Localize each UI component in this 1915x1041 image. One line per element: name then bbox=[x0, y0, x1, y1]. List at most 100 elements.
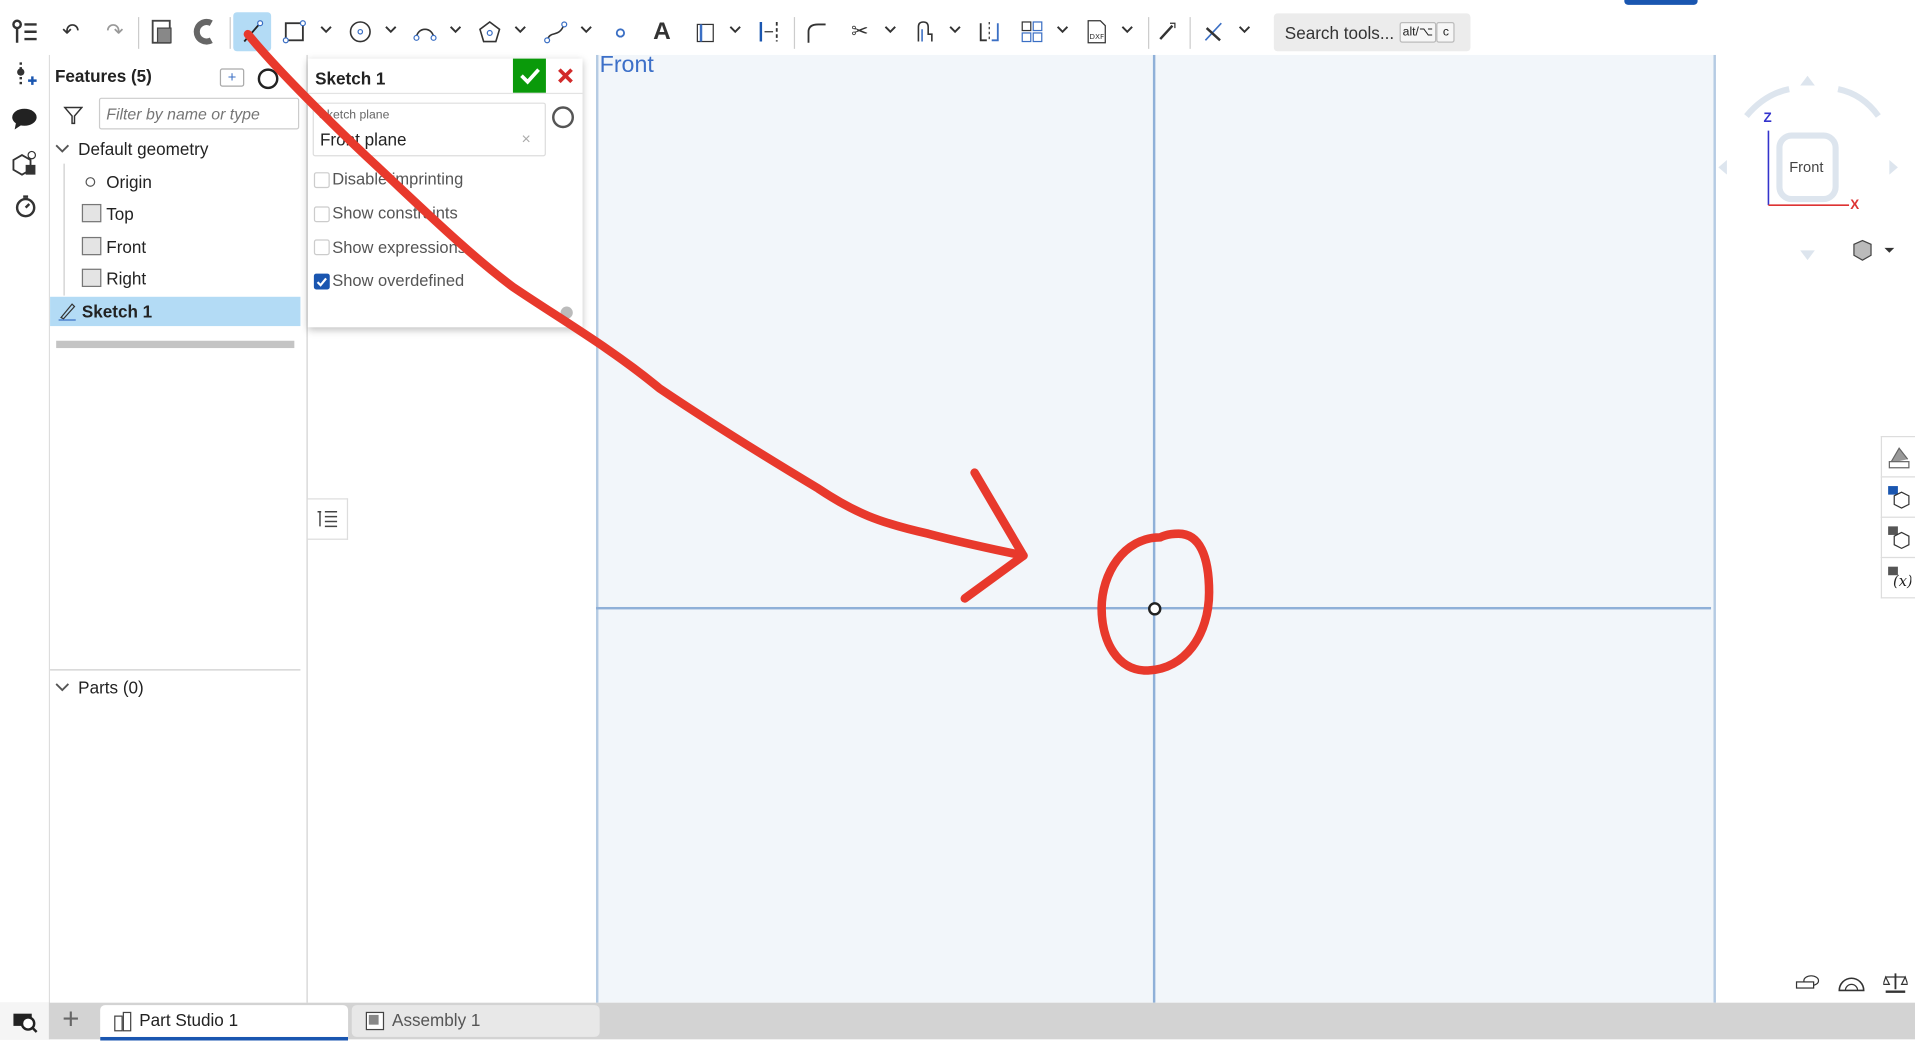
panel-divider[interactable] bbox=[50, 669, 301, 671]
polygon-tool-icon[interactable] bbox=[475, 17, 504, 46]
features-title: Features (5) bbox=[54, 65, 152, 86]
mirror-icon[interactable] bbox=[975, 17, 1004, 46]
chevron-down-icon[interactable] bbox=[55, 142, 70, 157]
tree-item-origin[interactable]: Origin bbox=[50, 167, 300, 196]
transform-icon[interactable] bbox=[1152, 17, 1181, 46]
tree-item-front[interactable]: Front bbox=[50, 232, 300, 261]
revolve-icon[interactable] bbox=[191, 17, 220, 46]
origin-point[interactable] bbox=[1148, 602, 1162, 616]
spline-tool-icon[interactable] bbox=[541, 17, 570, 46]
search-tools-box[interactable]: Search tools... alt/⌥ c bbox=[1273, 13, 1471, 52]
chevron-down-icon[interactable] bbox=[513, 22, 528, 37]
chevron-down-icon[interactable] bbox=[948, 22, 963, 37]
chevron-down-icon[interactable] bbox=[883, 22, 898, 37]
dxf-import-icon[interactable]: DXF bbox=[1082, 17, 1111, 46]
insert-mate-connector-icon[interactable] bbox=[10, 61, 39, 90]
filter-icon[interactable] bbox=[63, 105, 84, 125]
circle-tool-icon[interactable] bbox=[346, 17, 375, 46]
rotate-right-arrow-icon[interactable] bbox=[1837, 86, 1881, 118]
protractor-icon[interactable] bbox=[1838, 973, 1865, 993]
construction-icon[interactable] bbox=[690, 17, 719, 46]
arc-tool-icon[interactable] bbox=[410, 17, 439, 46]
chevron-down-icon[interactable] bbox=[448, 22, 463, 37]
tree-item-sketch-1[interactable]: Sketch 1 bbox=[50, 296, 301, 327]
configurations-panel-button[interactable] bbox=[1880, 476, 1915, 518]
chevron-down-icon[interactable] bbox=[579, 22, 594, 37]
top-toolbar: ↶ ↷ A ✂ DXF Search tools... alt/⌥ c bbox=[0, 0, 1915, 55]
tree-item-label: Front bbox=[106, 236, 147, 257]
feature-list-toggle-button[interactable] bbox=[307, 498, 349, 540]
clear-selection-icon[interactable]: × bbox=[521, 129, 530, 147]
redo-icon[interactable]: ↷ bbox=[100, 17, 129, 46]
view-down-arrow-icon[interactable] bbox=[1800, 250, 1815, 261]
search-parts-icon[interactable] bbox=[12, 1011, 39, 1033]
sketch-icon bbox=[58, 303, 76, 321]
confirm-button[interactable] bbox=[512, 58, 546, 93]
extrude-icon[interactable] bbox=[148, 17, 177, 46]
tree-item-label: Top bbox=[106, 203, 134, 224]
view-up-arrow-icon[interactable] bbox=[1800, 75, 1815, 86]
show-overdefined-checkbox[interactable] bbox=[313, 273, 330, 290]
chevron-down-icon[interactable] bbox=[1237, 22, 1252, 37]
chevron-down-icon[interactable] bbox=[55, 680, 70, 695]
show-constraints-checkbox[interactable] bbox=[313, 206, 330, 223]
svg-text:(x): (x) bbox=[1893, 573, 1911, 590]
history-icon[interactable] bbox=[552, 106, 575, 129]
tree-item-label: Sketch 1 bbox=[81, 301, 153, 322]
parts-label[interactable]: Parts (0) bbox=[78, 678, 144, 698]
variables-panel-button[interactable] bbox=[1880, 516, 1915, 559]
tree-item-right[interactable]: Right bbox=[50, 264, 300, 293]
view-cube-label[interactable]: Front bbox=[1789, 159, 1823, 176]
toolbar-divider bbox=[793, 17, 796, 49]
chevron-down-icon[interactable] bbox=[383, 22, 398, 37]
sketch-area bbox=[595, 54, 1716, 1003]
parts-lock-icon[interactable] bbox=[10, 149, 39, 178]
fillet-icon[interactable] bbox=[801, 17, 830, 46]
rollback-bar[interactable] bbox=[56, 340, 295, 349]
chevron-down-icon[interactable] bbox=[1120, 22, 1135, 37]
point-tool-icon[interactable] bbox=[606, 17, 635, 46]
disable-imprinting-checkbox[interactable] bbox=[313, 172, 330, 189]
help-icon[interactable] bbox=[560, 306, 573, 319]
vertical-axis bbox=[1152, 54, 1156, 1003]
left-icon-rail bbox=[0, 54, 51, 1040]
offset-icon[interactable] bbox=[910, 17, 939, 46]
undo-icon[interactable]: ↶ bbox=[56, 17, 85, 46]
mass-properties-icon[interactable] bbox=[1883, 972, 1908, 994]
custom-tables-panel-button[interactable]: (x) bbox=[1880, 556, 1915, 599]
filter-input[interactable] bbox=[98, 97, 300, 130]
chevron-down-icon[interactable] bbox=[319, 22, 334, 37]
tab-assembly-1[interactable]: Assembly 1 bbox=[351, 1005, 600, 1037]
text-tool-icon[interactable]: A bbox=[647, 17, 676, 46]
trim-icon[interactable]: ✂ bbox=[845, 17, 874, 46]
show-expressions-checkbox[interactable] bbox=[313, 239, 330, 256]
function-table-icon: (x) bbox=[1888, 566, 1911, 590]
default-geometry-label[interactable]: Default geometry bbox=[78, 139, 208, 159]
measure-tape-icon[interactable] bbox=[1795, 973, 1820, 993]
add-folder-icon[interactable]: + bbox=[219, 68, 245, 87]
view-left-arrow-icon[interactable] bbox=[1718, 159, 1727, 175]
show-overdefined-label: Show overdefined bbox=[332, 271, 465, 290]
tab-part-studio-1[interactable]: Part Studio 1 bbox=[100, 1005, 349, 1041]
rectangle-tool-icon[interactable] bbox=[280, 17, 309, 46]
chevron-down-icon[interactable] bbox=[728, 22, 743, 37]
cancel-button[interactable] bbox=[550, 59, 582, 93]
comment-icon[interactable] bbox=[10, 104, 39, 133]
bottom-tab-bar: + Part Studio 1 Assembly 1 bbox=[0, 1002, 1915, 1041]
view-options-cube-icon[interactable] bbox=[1851, 239, 1900, 261]
rollback-icon[interactable] bbox=[257, 68, 279, 90]
view-right-arrow-icon[interactable] bbox=[1889, 159, 1898, 175]
line-tool-button[interactable] bbox=[233, 12, 272, 52]
intersection-icon[interactable] bbox=[1199, 17, 1228, 46]
dimension-icon[interactable] bbox=[755, 17, 784, 46]
add-tab-button[interactable]: + bbox=[57, 1005, 84, 1034]
axis-z-label: Z bbox=[1763, 111, 1772, 126]
appearance-panel-button[interactable] bbox=[1880, 436, 1915, 478]
tree-item-label: Right bbox=[106, 268, 147, 289]
sketch-plane-field[interactable]: Sketch plane Front plane × bbox=[312, 102, 546, 157]
pattern-icon[interactable] bbox=[1017, 17, 1046, 46]
stopwatch-icon[interactable] bbox=[10, 192, 39, 221]
tree-item-top[interactable]: Top bbox=[50, 199, 300, 228]
chevron-down-icon[interactable] bbox=[1055, 22, 1070, 37]
feature-list-icon[interactable] bbox=[10, 17, 39, 46]
